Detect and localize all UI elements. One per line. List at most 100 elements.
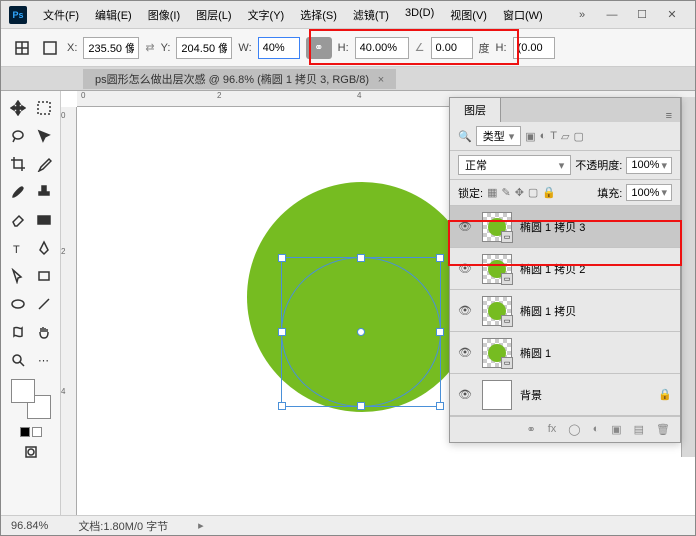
- lock-paint-icon[interactable]: ✎: [501, 186, 510, 199]
- opacity-input[interactable]: 100%▾: [626, 157, 672, 174]
- h-input[interactable]: [355, 37, 409, 59]
- x-input[interactable]: [83, 37, 139, 59]
- layer-row[interactable]: 👁▭椭圆 1: [450, 332, 680, 374]
- menu-item[interactable]: 选择(S): [292, 7, 345, 23]
- filter-shape-icon[interactable]: ▱: [561, 130, 569, 143]
- crop-tool[interactable]: [7, 153, 29, 175]
- angle-input[interactable]: [431, 37, 473, 59]
- layer-row[interactable]: 👁背景🔒: [450, 374, 680, 416]
- filter-adjust-icon[interactable]: ◐: [540, 130, 547, 142]
- lock-pos-icon[interactable]: ✥: [515, 186, 524, 199]
- lock-all-icon[interactable]: 🔒: [542, 186, 556, 199]
- y-input[interactable]: [176, 37, 232, 59]
- layer-row[interactable]: 👁▭椭圆 1 拷贝 3: [450, 206, 680, 248]
- handle-e[interactable]: [436, 328, 444, 336]
- eyedropper-tool[interactable]: [33, 153, 55, 175]
- layer-row[interactable]: 👁▭椭圆 1 拷贝 2: [450, 248, 680, 290]
- menu-item[interactable]: 窗口(W): [495, 7, 551, 23]
- fg-color[interactable]: [11, 379, 35, 403]
- ellipse-tool[interactable]: [7, 293, 29, 315]
- panel-tab-layers[interactable]: 图层: [450, 97, 501, 122]
- menu-item[interactable]: 图像(I): [140, 7, 188, 23]
- fill-input[interactable]: 100%▾: [626, 184, 672, 201]
- menu-item[interactable]: 3D(D): [397, 7, 442, 23]
- filter-pixel-icon[interactable]: ▣: [525, 130, 535, 143]
- minimize-button[interactable]: —: [597, 5, 627, 25]
- more-tools[interactable]: ⋯: [33, 349, 55, 371]
- link-layers-icon[interactable]: ⚭: [526, 423, 535, 436]
- maximize-button[interactable]: ☐: [627, 5, 657, 25]
- move-tool[interactable]: [7, 97, 29, 119]
- handle-se[interactable]: [436, 402, 444, 410]
- filter-type-icon[interactable]: T: [550, 130, 557, 142]
- quickmask-tool[interactable]: [20, 441, 42, 463]
- visibility-icon[interactable]: 👁: [458, 304, 474, 317]
- visibility-icon[interactable]: 👁: [458, 346, 474, 359]
- brush-tool[interactable]: [7, 181, 29, 203]
- visibility-icon[interactable]: 👁: [458, 220, 474, 233]
- handle-n[interactable]: [357, 254, 365, 262]
- doc-status[interactable]: 文档:1.80M/0 字节: [78, 518, 168, 534]
- menu-item[interactable]: 视图(V): [442, 7, 495, 23]
- new-layer-icon[interactable]: ▤: [634, 423, 644, 436]
- panel-dock[interactable]: [681, 97, 695, 457]
- menu-item[interactable]: 滤镜(T): [345, 7, 397, 23]
- link-icon[interactable]: ⚭: [306, 37, 332, 59]
- marquee-tool[interactable]: [33, 97, 55, 119]
- hand-tool[interactable]: [33, 321, 55, 343]
- layer-thumb[interactable]: ▭: [482, 296, 512, 326]
- menu-item[interactable]: 编辑(E): [87, 7, 140, 23]
- handle-center[interactable]: [357, 328, 365, 336]
- close-icon[interactable]: ×: [378, 74, 384, 86]
- handle-s[interactable]: [357, 402, 365, 410]
- pen-tool[interactable]: [33, 237, 55, 259]
- menu-item[interactable]: 图层(L): [188, 7, 239, 23]
- ruler-vertical[interactable]: 0 2 4: [61, 107, 77, 515]
- line-tool[interactable]: [33, 293, 55, 315]
- color-swatches[interactable]: [11, 379, 51, 419]
- fx-icon[interactable]: fx: [548, 423, 557, 436]
- menu-item[interactable]: 文件(F): [35, 7, 87, 23]
- visibility-icon[interactable]: 👁: [458, 388, 474, 401]
- zoom-tool[interactable]: [7, 349, 29, 371]
- filter-select[interactable]: 类型▾: [476, 126, 522, 146]
- doc-tab[interactable]: ps圆形怎么做出层次感 @ 96.8% (椭圆 1 拷贝 3, RGB/8) ×: [83, 69, 396, 89]
- layer-thumb[interactable]: ▭: [482, 212, 512, 242]
- w-input[interactable]: [258, 37, 300, 59]
- layer-thumb[interactable]: ▭: [482, 338, 512, 368]
- rect-tool[interactable]: [33, 265, 55, 287]
- group-icon[interactable]: ▣: [611, 423, 621, 436]
- chev-down-icon[interactable]: »: [567, 5, 597, 25]
- layer-row[interactable]: 👁▭椭圆 1 拷贝: [450, 290, 680, 332]
- lock-trans-icon[interactable]: ▦: [487, 186, 497, 199]
- visibility-icon[interactable]: 👁: [458, 262, 474, 275]
- layer-thumb[interactable]: ▭: [482, 254, 512, 284]
- adjust-icon[interactable]: ◐: [593, 423, 600, 436]
- filter-smart-icon[interactable]: ▢: [574, 130, 584, 143]
- handle-ne[interactable]: [436, 254, 444, 262]
- lasso-tool[interactable]: [7, 125, 29, 147]
- ref-point-icon[interactable]: [11, 37, 33, 59]
- grid-icon[interactable]: [39, 37, 61, 59]
- swap-icon[interactable]: ⇄: [145, 41, 154, 54]
- skew-input[interactable]: [513, 37, 555, 59]
- quick-select-tool[interactable]: [33, 125, 55, 147]
- transform-bbox[interactable]: [281, 257, 441, 407]
- zoom-status[interactable]: 96.84%: [11, 520, 48, 532]
- handle-sw[interactable]: [278, 402, 286, 410]
- blend-mode-select[interactable]: 正常▾: [458, 155, 571, 175]
- layer-thumb[interactable]: [482, 380, 512, 410]
- custom-shape-tool[interactable]: [7, 321, 29, 343]
- mini-swatches[interactable]: [20, 427, 42, 437]
- menu-item[interactable]: 文字(Y): [240, 7, 293, 23]
- delete-icon[interactable]: 🗑: [656, 423, 670, 436]
- search-icon[interactable]: 🔍: [458, 130, 472, 143]
- path-select-tool[interactable]: [7, 265, 29, 287]
- handle-w[interactable]: [278, 328, 286, 336]
- status-arrow-icon[interactable]: ▸: [198, 519, 204, 532]
- mask-icon[interactable]: ◯: [568, 423, 580, 436]
- eraser-tool[interactable]: [7, 209, 29, 231]
- handle-nw[interactable]: [278, 254, 286, 262]
- lock-art-icon[interactable]: ▢: [528, 186, 538, 199]
- stamp-tool[interactable]: [33, 181, 55, 203]
